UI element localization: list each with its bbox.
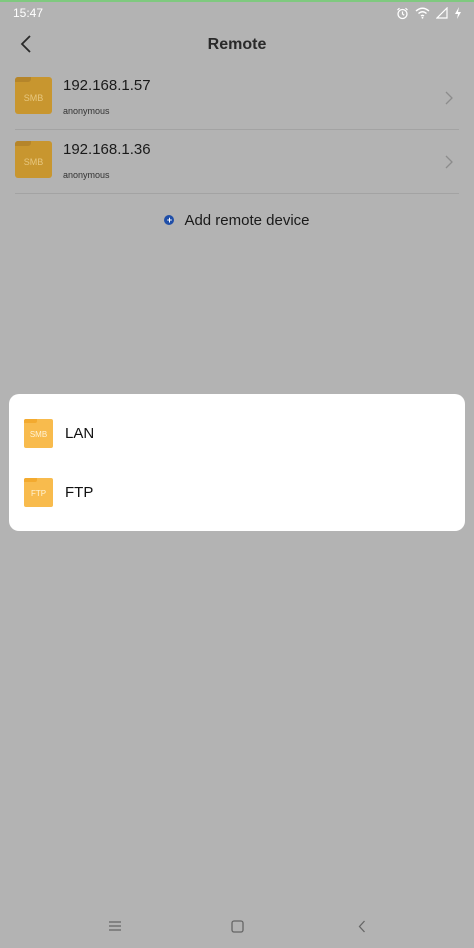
smb-folder-icon: SMB — [15, 141, 52, 178]
option-label: LAN — [65, 424, 95, 442]
folder-badge: SMB — [29, 430, 48, 439]
protocol-chooser-dialog: SMB LAN FTP FTP — [9, 394, 465, 531]
system-nav-bar — [0, 906, 474, 946]
home-button[interactable] — [227, 916, 247, 936]
remote-device-list: SMB 192.168.1.57 anonymous SMB 192.168.1… — [0, 66, 474, 194]
ftp-folder-icon: FTP — [24, 477, 53, 507]
status-icons — [396, 7, 462, 20]
app-header: Remote — [0, 24, 474, 66]
chevron-right-icon — [445, 91, 453, 105]
option-ftp[interactable]: FTP FTP — [9, 463, 465, 521]
recent-apps-button[interactable] — [105, 916, 125, 936]
device-ip: 192.168.1.57 — [63, 77, 151, 94]
home-square-icon — [230, 919, 244, 933]
back-button[interactable] — [14, 32, 38, 56]
back-arrow-icon — [20, 35, 31, 53]
device-ip: 192.168.1.36 — [63, 141, 151, 158]
wifi-icon — [415, 7, 430, 19]
menu-icon — [109, 921, 121, 931]
device-user: anonymous — [63, 106, 110, 116]
back-chevron-icon — [358, 920, 365, 932]
chevron-right-icon — [445, 155, 453, 169]
page-title: Remote — [207, 36, 267, 53]
charging-icon — [455, 7, 461, 19]
status-bar: 15:47 — [0, 2, 474, 24]
folder-badge: SMB — [23, 92, 44, 103]
option-lan[interactable]: SMB LAN — [9, 404, 465, 462]
folder-badge: SMB — [23, 156, 44, 167]
system-back-button[interactable] — [352, 916, 372, 936]
device-row[interactable]: SMB 192.168.1.36 anonymous — [15, 130, 459, 194]
add-remote-label: Add remote device — [184, 211, 310, 229]
device-row[interactable]: SMB 192.168.1.57 anonymous — [15, 66, 459, 130]
device-user: anonymous — [63, 170, 110, 180]
smb-folder-icon: SMB — [24, 418, 53, 448]
signal-icon — [436, 7, 448, 19]
option-label: FTP — [65, 483, 94, 501]
alarm-icon — [397, 7, 408, 19]
smb-folder-icon: SMB — [15, 77, 52, 114]
add-remote-device-button[interactable]: + Add remote device — [0, 208, 474, 232]
status-time: 15:47 — [13, 6, 44, 20]
plus-icon: + — [164, 215, 175, 225]
folder-badge: FTP — [30, 489, 47, 498]
